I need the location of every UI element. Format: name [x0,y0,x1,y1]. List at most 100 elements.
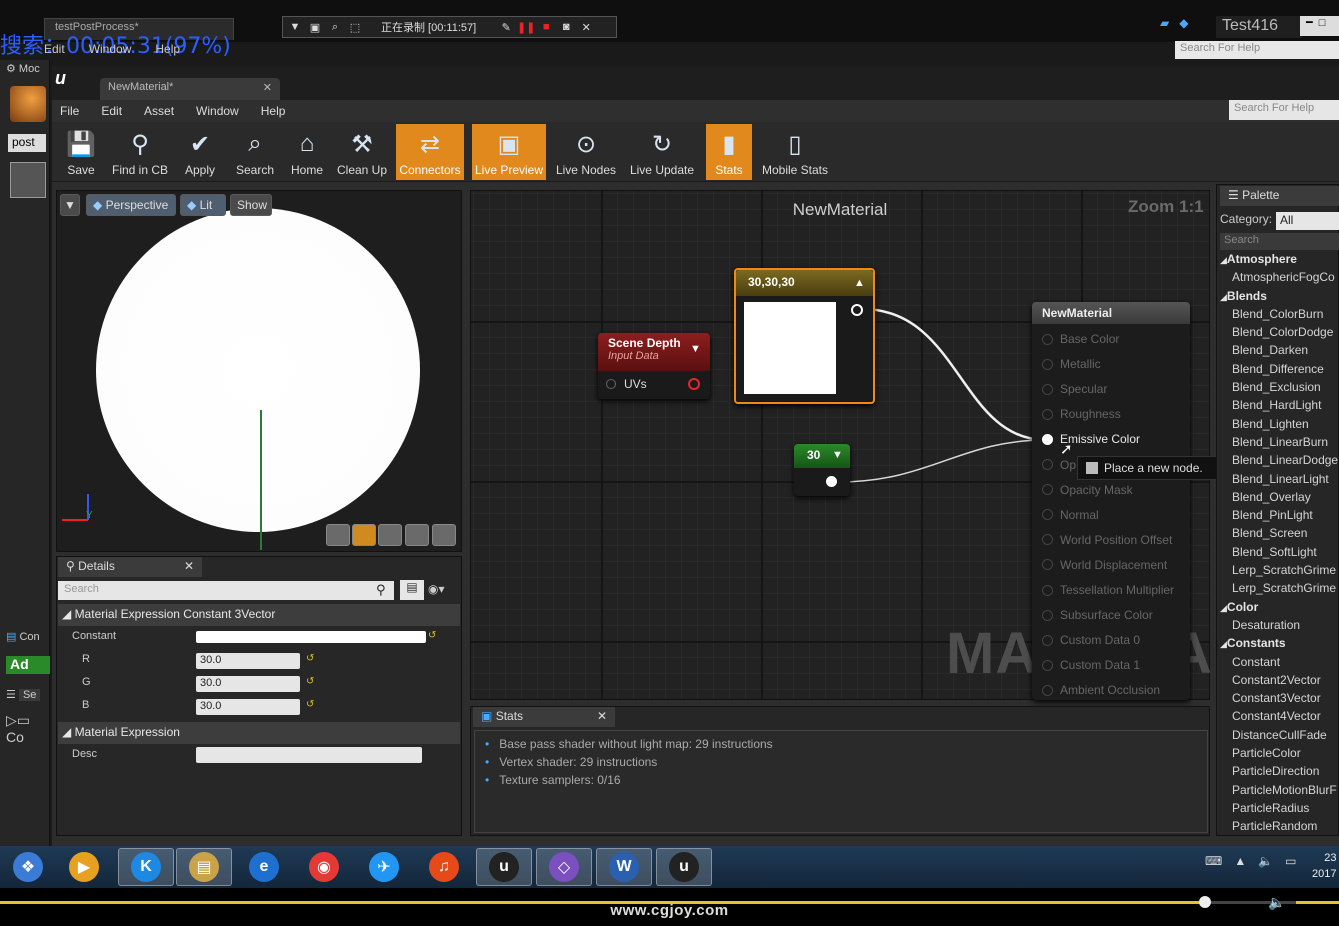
network-icon[interactable]: ▭ [1285,854,1296,868]
material-pin[interactable]: Normal [1042,508,1099,522]
custom-mesh-preview-button[interactable] [432,524,456,546]
constant-output-pin[interactable] [826,476,837,487]
palette-item[interactable]: Blend_Exclusion [1220,380,1339,398]
palette-item[interactable]: Blend_ColorDodge [1220,325,1339,343]
constant3vector-node[interactable]: 30,30,30 ▲ [734,268,875,404]
folder-tree[interactable]: ▷▭ Co [6,712,50,745]
window-icon[interactable]: ▣ [309,21,321,34]
palette-item[interactable]: ParticleDirection [1220,764,1339,782]
palette-item[interactable]: ParticleMotionBlurF [1220,783,1339,801]
outer-help-search[interactable]: Search For Help [1175,41,1339,59]
palette-item[interactable]: Blend_Darken [1220,343,1339,361]
mesh-thumbnail[interactable] [10,86,46,122]
stats-tab[interactable]: ▣ Stats ✕ [473,707,615,727]
constant-node[interactable]: 30 ▼ [794,444,850,496]
palette-category[interactable]: ◢Atmosphere [1220,252,1339,270]
outer-menu-edit[interactable]: Edit [44,42,65,60]
uvs-input-pin[interactable] [606,379,616,389]
menu-edit[interactable]: Edit [101,104,122,118]
palette-item[interactable]: Lerp_ScratchGrime [1220,581,1339,599]
palette-item[interactable]: DistanceCullFade [1220,728,1339,746]
palette-item[interactable]: Blend_SoftLight [1220,545,1339,563]
material-pin[interactable]: Base Color [1042,332,1119,346]
close-icon[interactable]: ✕ [580,21,592,34]
collapse-vector-icon[interactable]: ▲ [854,277,865,289]
lit-button[interactable]: ◆ Lit [180,194,226,216]
editor-help-search[interactable]: Search For Help [1229,100,1339,120]
material-pin[interactable]: World Displacement [1042,558,1167,572]
zoom-icon[interactable]: ⌕ [329,21,341,33]
taskbar-app[interactable]: ♫ [416,848,472,886]
taskbar-app[interactable]: ◇ [536,848,592,886]
collapse-constant-icon[interactable]: ▼ [832,449,843,461]
material-pin[interactable]: Tessellation Multiplier [1042,583,1174,597]
palette-item[interactable]: Constant3Vector [1220,691,1339,709]
details-tab[interactable]: ⚲ Details ✕ [58,557,202,577]
taskbar-app[interactable]: e [236,848,292,886]
material-pin[interactable]: Specular [1042,382,1107,396]
toolbar-clean-up-button[interactable]: ⚒ Clean Up [334,124,390,180]
cylinder-preview-button[interactable] [326,524,350,546]
reset-g-icon[interactable]: ↺ [306,676,314,687]
pin-connector[interactable] [1042,509,1053,521]
toolbar-live-preview-button[interactable]: ▣ Live Preview [472,124,546,180]
toolbar-search-button[interactable]: ⌕ Search [230,124,280,180]
category-select[interactable]: All [1276,212,1339,230]
palette-item[interactable]: Blend_Screen [1220,526,1339,544]
material-result-node[interactable]: NewMaterial Base Color Metallic Specular Ro… [1032,302,1190,700]
expand-arrow-icon[interactable]: ◢ [1220,292,1227,302]
pin-connector[interactable] [1042,433,1053,445]
pen-icon[interactable]: ✎ [500,21,512,34]
perspective-button[interactable]: ◆ Perspective [86,194,176,216]
material-pin[interactable]: Opacity Mask [1042,483,1133,497]
menu-window[interactable]: Window [196,104,239,118]
plane-preview-button[interactable] [378,524,402,546]
section-constant3vector[interactable]: ◢ Material Expression Constant 3Vector [58,604,460,626]
material-pin[interactable]: Emissive Color [1042,432,1140,446]
material-pin[interactable]: Ambient Occlusion [1042,683,1160,697]
sphere-preview-button[interactable] [352,524,376,546]
toolbar-connectors-button[interactable]: ⇄ Connectors [396,124,464,180]
toolbar-live-update-button[interactable]: ↻ Live Update [624,124,700,180]
palette-item[interactable]: Blend_Overlay [1220,490,1339,508]
palette-item[interactable]: Lerp_ScratchGrime [1220,563,1339,581]
section-material-expression[interactable]: ◢ Material Expression [58,722,460,744]
g-input[interactable]: 30.0 [196,676,300,692]
reset-icon[interactable]: ↺ [428,630,436,641]
collapse-icon[interactable]: ▼ [690,343,701,355]
palette-item[interactable]: Blend_Lighten [1220,417,1339,435]
output-pin[interactable] [688,378,700,390]
clock[interactable]: 23 2017 [1312,850,1336,882]
material-pin[interactable]: Custom Data 0 [1042,633,1140,647]
expand-arrow-icon[interactable]: ◢ [1220,255,1227,265]
toolbar-mobile-stats-button[interactable]: ▯ Mobile Stats [756,124,834,180]
left-search[interactable]: ☰ Se [6,688,50,706]
expand-arrow-icon[interactable]: ◢ [1220,603,1227,613]
material-pin[interactable]: Op [1042,458,1076,472]
scene-depth-node[interactable]: Scene Depth Input Data ▼ UVs [598,333,710,399]
pin-connector[interactable] [1042,559,1053,571]
camera-icon[interactable]: ◙ [560,21,572,33]
palette-category[interactable]: ◢Blends [1220,289,1339,307]
toolbar-stats-button[interactable]: ▮ Stats [706,124,752,180]
pin-connector[interactable] [1042,609,1053,621]
content-browser-tab[interactable]: ▤ Con [6,630,50,648]
palette-item[interactable]: AtmosphericFogCo [1220,270,1339,288]
toolbar-save-button[interactable]: 💾 Save [56,124,106,180]
palette-item[interactable]: Constant4Vector [1220,709,1339,727]
r-input[interactable]: 30.0 [196,653,300,669]
palette-item[interactable]: Constant [1220,655,1339,673]
toolbar-live-nodes-button[interactable]: ⊙ Live Nodes [552,124,620,180]
material-pin[interactable]: Custom Data 1 [1042,658,1140,672]
tray-expand-icon[interactable]: ▲ [1234,854,1246,868]
palette-category[interactable]: ◢Constants [1220,636,1339,654]
menu-file[interactable]: File [60,104,79,118]
chat-icon[interactable]: ▰ [1160,16,1169,30]
constant-color-swatch[interactable] [196,631,426,643]
palette-item[interactable]: Blend_LinearBurn [1220,435,1339,453]
palette-item[interactable]: Blend_Difference [1220,362,1339,380]
volume-tray-icon[interactable]: 🔈 [1258,854,1273,868]
post-volume-icon[interactable] [10,162,46,198]
palette-item[interactable]: ParticleColor [1220,746,1339,764]
taskbar-app[interactable]: ▤ [176,848,232,886]
